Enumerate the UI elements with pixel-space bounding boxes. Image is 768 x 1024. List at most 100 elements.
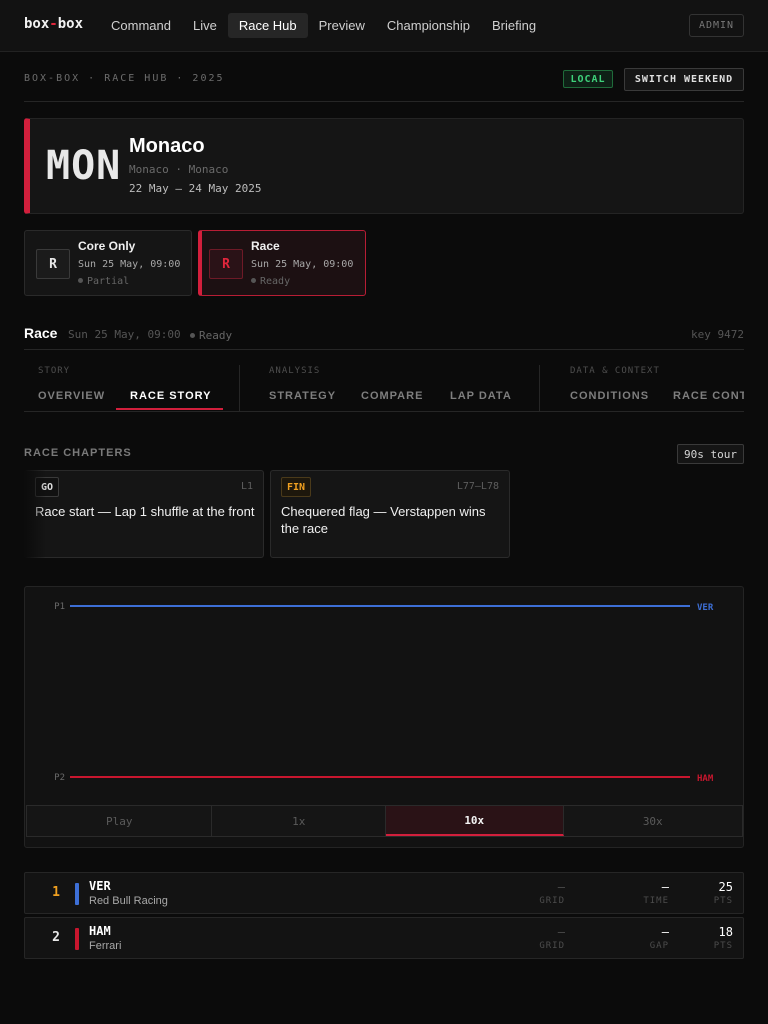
points-label: PTS [713, 941, 733, 951]
event-dates: 22 May – 24 May 2025 [129, 182, 262, 195]
status-dot-icon [190, 332, 195, 338]
gap-value: — [661, 925, 669, 939]
race-status: Ready [190, 329, 232, 342]
grid-stat: – GRID [539, 925, 565, 951]
gap-stat: — GAP [650, 925, 669, 951]
chapter-card[interactable]: GO L1 Race start — Lap 1 shuffle at the … [24, 470, 264, 558]
race-title: Race [24, 325, 58, 341]
chapter-text: Race start — Lap 1 shuffle at the front [35, 504, 255, 519]
divider [24, 411, 744, 412]
tab-group-data-context: DATA & CONTEXT [570, 366, 660, 376]
brand-right: box [57, 16, 84, 32]
standings-row[interactable]: 2 HAM Ferrari – GRID — GAP 18 PTS [24, 917, 744, 959]
session-icon: R [36, 249, 70, 279]
y-tick-label: P2 [54, 773, 65, 783]
chapter-text: Chequered flag — Verstappen wins the rac… [281, 504, 486, 536]
switch-weekend-button[interactable]: SWITCH WEEKEND [624, 68, 744, 91]
session-status: Partial [78, 276, 129, 287]
tab-race-story[interactable]: RACE STORY [130, 390, 212, 402]
speed-play-button[interactable]: Play [27, 806, 213, 836]
series-label-ham: HAM [697, 774, 714, 784]
speed-30x-button[interactable]: 30x [563, 806, 742, 836]
y-tick-label: P1 [54, 602, 65, 612]
position: 2 [52, 930, 60, 945]
driver-code: HAM [89, 924, 111, 938]
session-status: Ready [251, 276, 290, 287]
playback-speed-bar: Play 1x 10x 30x [26, 805, 743, 837]
session-status-text: Partial [87, 276, 130, 287]
session-title: Race [251, 239, 280, 253]
driver-code: VER [89, 879, 111, 893]
chapter-badge: FIN [281, 477, 312, 497]
points-stat: 18 PTS [714, 925, 733, 951]
position-chart-svg: P1 P2 VER HAM [54, 602, 714, 784]
series-label-ver: VER [697, 603, 714, 613]
standings-row[interactable]: 1 VER Red Bull Racing – GRID — TIME 25 PTS [24, 872, 744, 914]
team-name: Ferrari [89, 940, 122, 952]
tab-compare[interactable]: COMPARE [361, 390, 423, 402]
tab-separator [239, 365, 240, 411]
status-dot-icon [78, 277, 83, 283]
team-color-bar [75, 928, 79, 950]
tab-bar: STORY OVERVIEW RACE STORY ANALYSIS STRAT… [24, 350, 744, 412]
points-stat: 25 PTS [714, 880, 733, 906]
status-dot-icon [251, 277, 256, 283]
points-value: 25 [718, 880, 733, 894]
event-card: MON Monaco Monaco · Monaco 22 May – 24 M… [24, 118, 744, 214]
tab-strategy[interactable]: STRATEGY [269, 390, 336, 402]
local-badge: LOCAL [563, 70, 613, 88]
nav-live[interactable]: Live [182, 13, 228, 38]
nav-championship[interactable]: Championship [376, 13, 481, 38]
session-time: Sun 25 May, 09:00 [251, 259, 354, 270]
grid-value: – [557, 925, 565, 939]
chapter-laps: L77–L78 [456, 481, 499, 492]
speed-10x-button[interactable]: 10x [386, 806, 564, 836]
session-time: Sun 25 May, 09:00 [78, 259, 181, 270]
brand-dash: - [49, 16, 58, 32]
nav-preview[interactable]: Preview [308, 13, 376, 38]
chapters-title: RACE CHAPTERS [24, 447, 132, 459]
brand-logo[interactable]: box-box [24, 16, 83, 32]
speed-1x-button[interactable]: 1x [212, 806, 386, 836]
team-name: Red Bull Racing [89, 895, 168, 907]
session-card-core-only[interactable]: R Core Only Sun 25 May, 09:00 Partial [24, 230, 192, 296]
position: 1 [52, 885, 60, 900]
tab-separator [539, 365, 540, 411]
time-stat: — TIME [643, 880, 669, 906]
session-icon: R [209, 249, 243, 279]
time-label: TIME [643, 896, 669, 906]
team-color-bar [75, 883, 79, 905]
chapters-carousel[interactable]: GO L1 Race start — Lap 1 shuffle at the … [24, 470, 744, 560]
grid-label: GRID [539, 941, 565, 951]
top-nav: box-box Command Live Race Hub Preview Ch… [0, 0, 768, 52]
chapter-card[interactable]: FIN L77–L78 Chequered flag — Verstappen … [270, 470, 510, 558]
tab-race-control[interactable]: RACE CONT [673, 390, 744, 402]
grid-stat: – GRID [539, 880, 565, 906]
nav-briefing[interactable]: Briefing [481, 13, 547, 38]
admin-button[interactable]: ADMIN [689, 14, 744, 37]
brand-left: box [24, 16, 50, 32]
event-name: Monaco [129, 135, 205, 157]
nav-race-hub[interactable]: Race Hub [227, 13, 308, 38]
session-status-text: Ready [260, 276, 291, 287]
time-value: — [661, 880, 669, 894]
tab-conditions[interactable]: CONDITIONS [570, 390, 649, 402]
points-value: 18 [718, 925, 733, 939]
grid-value: – [557, 880, 565, 894]
tab-overview[interactable]: OVERVIEW [38, 390, 105, 402]
breadcrumb: BOX-BOX · RACE HUB · 2025 [24, 73, 225, 84]
chapter-badge: GO [35, 477, 60, 497]
active-tab-indicator [116, 408, 223, 410]
nav-links: Command Live Race Hub Preview Championsh… [100, 13, 547, 38]
divider [24, 101, 744, 102]
race-key: key 9472 [691, 328, 744, 341]
race-status-text: Ready [199, 329, 233, 342]
nav-command[interactable]: Command [100, 13, 182, 38]
chapter-laps: L1 [240, 481, 253, 492]
session-title: Core Only [78, 239, 136, 253]
tab-lap-data[interactable]: LAP DATA [450, 390, 512, 402]
tour-button[interactable]: 90s tour [677, 444, 744, 464]
session-card-race[interactable]: R Race Sun 25 May, 09:00 Ready [198, 230, 366, 296]
grid-label: GRID [539, 896, 565, 906]
event-location: Monaco · Monaco [129, 163, 229, 176]
